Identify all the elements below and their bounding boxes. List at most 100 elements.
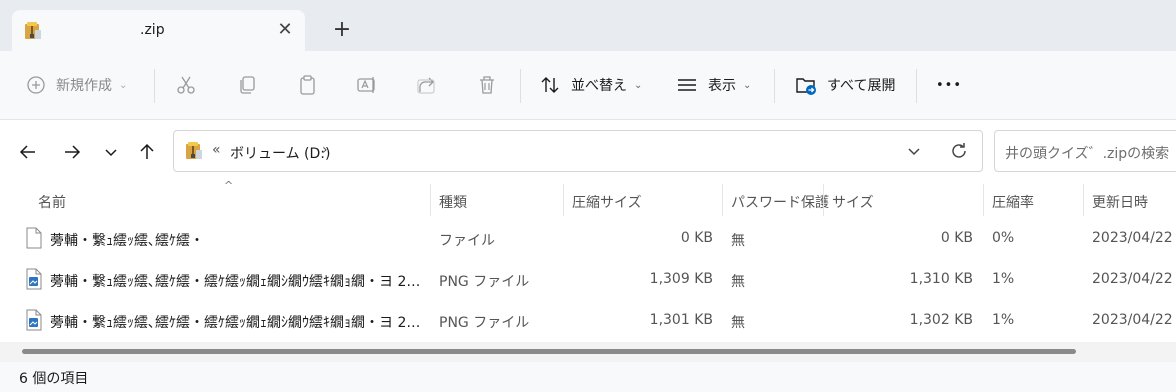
more-options-button[interactable]: •••	[936, 71, 962, 99]
zip-folder-icon	[25, 22, 41, 39]
divider	[774, 69, 775, 103]
file-date: 2023/04/22 9	[1092, 230, 1176, 246]
delete-button[interactable]	[476, 71, 498, 99]
paste-button[interactable]	[297, 71, 319, 99]
column-divider[interactable]	[1083, 184, 1084, 216]
rename-button[interactable]	[356, 71, 378, 99]
file-size: 0 KB	[940, 230, 973, 246]
view-label: 表示	[708, 78, 736, 94]
png-file-icon	[26, 268, 42, 290]
file-name: 蒡輔・繋ｭ繧ｯ繧､繧ｹ繧・繧ｹ繧ｯ繝ｪ繝ｼ繝ｳ繧ｷ繝ｮ繝・ヨ 2…	[50, 274, 420, 290]
column-divider[interactable]	[430, 184, 431, 216]
divider	[916, 69, 917, 103]
refresh-icon[interactable]	[948, 140, 970, 162]
navigation-bar: « ボリューム (D:) › 井の頭クイズ゛.zipの検索	[0, 120, 1176, 182]
column-divider[interactable]	[722, 184, 723, 216]
up-button[interactable]	[134, 139, 160, 165]
view-button[interactable]: 表示 ⌄	[676, 71, 751, 99]
search-box[interactable]: 井の頭クイズ゛.zipの検索	[994, 130, 1176, 172]
tab-bar: .zip ✕ +	[0, 0, 1176, 51]
tab-zip[interactable]: .zip ✕	[12, 10, 305, 51]
file-password: 無	[731, 233, 745, 249]
address-bar[interactable]: « ボリューム (D:) ›	[173, 130, 983, 172]
divider	[154, 69, 155, 103]
back-button[interactable]	[15, 139, 41, 165]
file-compressed-size: 1,309 KB	[649, 271, 713, 287]
chevron-down-icon: ⌄	[634, 79, 643, 91]
file-date: 2023/04/22 9	[1092, 271, 1176, 287]
recent-locations-button[interactable]	[98, 139, 124, 165]
file-type: PNG ファイル	[439, 315, 530, 331]
file-password: 無	[731, 274, 745, 290]
column-divider[interactable]	[823, 184, 824, 216]
column-header-size[interactable]: サイズ	[832, 192, 874, 212]
table-row[interactable]: 蒡輔・繋ｭ繧ｯ繧､繧ｹ繧・繧ｹ繧ｯ繝ｪ繝ｼ繝ｳ繧ｷ繝ｮ繝・ヨ 2… PNG ファ…	[0, 300, 1176, 341]
sort-button[interactable]: 並べ替え ⌄	[539, 71, 642, 99]
status-bar: 6 個の項目	[0, 362, 1176, 392]
file-list: 蒡輔・繋ｭ繧ｯ繧､繧ｹ繧・ ファイル 0 KB 無 0 KB 0% 2023/0…	[0, 218, 1176, 341]
file-size: 1,302 KB	[909, 312, 973, 328]
column-header-type[interactable]: 種類	[439, 192, 467, 212]
column-header-date[interactable]: 更新日時	[1092, 192, 1148, 212]
chevron-down-icon	[105, 149, 117, 157]
tab-close-icon[interactable]: ✕	[274, 19, 296, 41]
table-row[interactable]: 蒡輔・繋ｭ繧ｯ繧､繧ｹ繧・繧ｹ繧ｯ繝ｪ繝ｼ繝ｳ繧ｷ繝ｮ繝・ヨ 2… PNG ファ…	[0, 259, 1176, 300]
file-size: 1,310 KB	[909, 271, 973, 287]
file-type: ファイル	[439, 233, 495, 249]
copy-icon	[240, 76, 255, 94]
new-button-label: 新規作成	[56, 78, 112, 94]
tab-title: .zip	[140, 22, 165, 38]
arrow-right-icon	[65, 145, 81, 159]
file-compressed-size: 1,301 KB	[649, 312, 713, 328]
file-date: 2023/04/22 9	[1092, 312, 1176, 328]
file-ratio: 0%	[992, 230, 1015, 246]
command-bar: 新規作成 ⌄ 並べ替え ⌄ 表示 ⌄ すべて展開 •••	[0, 51, 1176, 120]
file-name: 蒡輔・繋ｭ繧ｯ繧､繧ｹ繧・	[50, 233, 204, 249]
column-header-name[interactable]: 名前	[38, 192, 66, 212]
file-ratio: 1%	[992, 271, 1015, 287]
file-type: PNG ファイル	[439, 274, 530, 290]
scissors-icon	[177, 76, 195, 94]
column-header-compressed-size[interactable]: 圧縮サイズ	[572, 192, 642, 212]
column-header-password[interactable]: パスワード保護	[731, 192, 829, 212]
new-button[interactable]: 新規作成 ⌄	[26, 71, 127, 99]
extract-all-label: すべて展開	[827, 78, 896, 94]
view-list-icon	[678, 79, 696, 91]
zip-folder-icon	[186, 142, 202, 159]
breadcrumb-volume-d[interactable]: ボリューム (D:)	[230, 143, 330, 163]
new-tab-button[interactable]: +	[330, 18, 354, 42]
chevron-down-icon: ⌄	[119, 79, 128, 91]
breadcrumb-overflow[interactable]: «	[212, 142, 221, 158]
sort-arrows-icon	[541, 77, 559, 93]
arrow-left-icon	[19, 145, 35, 159]
arrow-up-icon	[140, 143, 154, 159]
file-name: 蒡輔・繋ｭ繧ｯ繧､繧ｹ繧・繧ｹ繧ｯ繝ｪ繝ｼ繝ｳ繧ｷ繝ｮ繝・ヨ 2…	[50, 315, 420, 331]
chevron-down-icon: ⌄	[743, 79, 752, 91]
column-divider[interactable]	[983, 184, 984, 216]
scrollbar-thumb[interactable]	[22, 349, 1076, 354]
extract-all-button[interactable]: すべて展開	[795, 71, 895, 99]
blank-file-icon	[26, 227, 42, 249]
column-header-row: ^ 名前 種類 圧縮サイズ パスワード保護 サイズ 圧縮率 更新日時	[0, 179, 1176, 218]
column-divider[interactable]	[563, 184, 564, 216]
sort-ascending-icon: ^	[224, 179, 234, 192]
file-ratio: 1%	[992, 312, 1015, 328]
sort-label: 並べ替え	[571, 78, 627, 94]
breadcrumb-separator[interactable]: ›	[322, 142, 328, 158]
column-header-ratio[interactable]: 圧縮率	[992, 192, 1034, 212]
copy-button[interactable]	[236, 71, 258, 99]
search-placeholder: 井の頭クイズ゛.zipの検索	[1005, 146, 1170, 162]
more-icon: •••	[936, 77, 963, 93]
extract-folder-icon	[796, 78, 816, 95]
divider	[520, 69, 521, 103]
rename-icon	[357, 77, 375, 93]
share-button[interactable]	[416, 71, 438, 99]
item-count: 6 個の項目	[19, 371, 89, 387]
address-dropdown-icon[interactable]	[906, 143, 922, 159]
table-row[interactable]: 蒡輔・繋ｭ繧ｯ繧､繧ｹ繧・ ファイル 0 KB 無 0 KB 0% 2023/0…	[0, 218, 1176, 259]
horizontal-scrollbar[interactable]	[0, 342, 1176, 362]
png-file-icon	[26, 309, 42, 331]
cut-button[interactable]	[175, 71, 197, 99]
forward-button[interactable]	[59, 139, 85, 165]
file-compressed-size: 0 KB	[680, 230, 713, 246]
